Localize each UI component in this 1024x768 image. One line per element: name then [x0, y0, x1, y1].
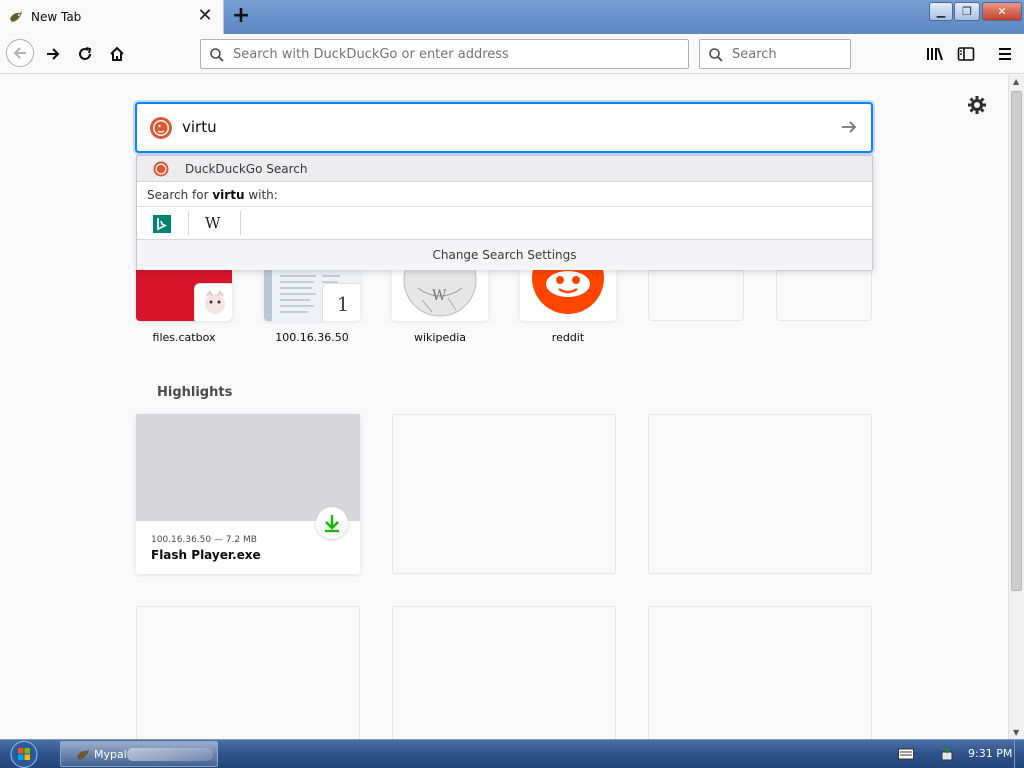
top-site-label[interactable]: reddit	[504, 331, 632, 344]
sidebar-button[interactable]	[953, 41, 979, 67]
search-suggestions-dropdown: DuckDuckGo Search Search for virtu with:…	[136, 155, 873, 270]
clock[interactable]: 9:31 PM	[968, 747, 1012, 760]
sidebar-icon	[957, 47, 975, 61]
taskbar-app-label: Mypal	[94, 748, 127, 761]
search-bar[interactable]: Search	[699, 39, 851, 69]
empty-highlight-slot	[648, 606, 872, 739]
menu-button[interactable]	[992, 41, 1018, 67]
address-bar[interactable]: Search with DuckDuckGo or enter address	[200, 39, 689, 69]
navigation-toolbar: Search with DuckDuckGo or enter address …	[0, 34, 1024, 74]
search-query-text: virtu	[182, 118, 217, 136]
divider	[137, 206, 872, 207]
hamburger-menu-icon	[999, 48, 1011, 60]
blurred-title	[127, 748, 213, 761]
bing-icon[interactable]	[153, 215, 171, 233]
reddit-logo-icon	[532, 270, 604, 314]
library-button[interactable]	[922, 41, 948, 67]
top-site-label[interactable]: files.catbox	[120, 331, 248, 344]
empty-top-site-slot	[776, 270, 872, 321]
highlight-meta: 100.16.36.50 — 7.2 MB	[151, 535, 257, 545]
new-tab-button[interactable]: +	[229, 4, 253, 28]
empty-top-site-slot	[648, 270, 744, 321]
search-icon	[210, 48, 224, 62]
search-for-suffix: with:	[244, 188, 278, 202]
page-search-input[interactable]: virtu	[135, 102, 873, 153]
reload-button[interactable]	[72, 41, 98, 67]
empty-highlight-slot	[392, 414, 616, 574]
wikipedia-globe-icon: W	[403, 270, 477, 317]
download-icon	[316, 507, 348, 539]
top-site-tile[interactable]	[136, 270, 232, 321]
home-button[interactable]	[104, 41, 130, 67]
title-bar: New Tab ✕ + ▁ ❐ ✕	[0, 0, 1024, 34]
divider	[240, 211, 241, 235]
forward-button[interactable]	[40, 41, 66, 67]
empty-highlight-slot	[648, 414, 872, 574]
top-site-tile[interactable]	[520, 270, 616, 321]
show-desktop-button[interactable]	[1014, 740, 1024, 768]
empty-highlight-slot	[136, 606, 360, 739]
divider	[188, 211, 189, 235]
top-site-tile[interactable]: W	[392, 270, 488, 321]
close-tab-icon[interactable]: ✕	[195, 6, 215, 26]
back-button[interactable]	[6, 39, 34, 67]
highlight-card[interactable]: 100.16.36.50 — 7.2 MB Flash Player.exe	[136, 414, 360, 574]
duckduckgo-icon	[153, 161, 169, 177]
top-site-label[interactable]: 100.16.36.50	[248, 331, 376, 344]
engine-suggestion-row[interactable]: DuckDuckGo Search	[137, 156, 872, 182]
scrollbar-thumb[interactable]	[1011, 91, 1022, 591]
keyboard-icon[interactable]	[898, 748, 914, 760]
engine-suggestion-label: DuckDuckGo Search	[185, 162, 308, 176]
highlights-heading: Highlights	[157, 385, 233, 400]
gear-icon[interactable]	[966, 94, 988, 116]
mypal-favicon-icon	[77, 749, 89, 760]
library-icon	[927, 47, 943, 61]
search-for-term: virtu	[212, 188, 245, 202]
search-for-prefix: Search for	[147, 188, 213, 202]
tab-title: New Tab	[31, 10, 82, 24]
windows-taskbar: Mypal 9:31 PM	[0, 739, 1024, 768]
search-bar-placeholder: Search	[732, 47, 777, 62]
mypal-favicon-icon	[10, 11, 22, 22]
highlight-preview	[136, 414, 360, 521]
page-scrollbar[interactable]: ▲ ▼	[1008, 75, 1024, 739]
close-window-button[interactable]: ✕	[982, 2, 1022, 21]
highlight-title: Flash Player.exe	[151, 548, 261, 562]
windows-start-button[interactable]	[8, 740, 40, 768]
new-tab-page: 1 W files.catbox 100.16.36.50 wikipedia …	[0, 75, 1008, 739]
catbox-logo-icon	[194, 283, 232, 321]
svg-text:W: W	[432, 288, 447, 304]
scroll-down-icon[interactable]: ▼	[1013, 728, 1019, 737]
tab-new-tab[interactable]: New Tab ✕	[0, 0, 224, 34]
arrow-right-icon[interactable]	[839, 117, 859, 137]
network-icon[interactable]	[940, 747, 958, 763]
change-search-settings-button[interactable]: Change Search Settings	[137, 240, 872, 270]
arrow-left-icon	[13, 47, 26, 59]
top-site-label[interactable]: wikipedia	[376, 331, 504, 344]
arrow-right-icon	[47, 48, 60, 60]
wikipedia-icon[interactable]: W	[205, 214, 225, 234]
minimize-button[interactable]: ▁	[929, 2, 953, 21]
site-badge: 1	[322, 283, 360, 321]
taskbar-app-mypal[interactable]: Mypal	[60, 741, 218, 767]
reload-icon	[79, 47, 92, 60]
home-icon	[110, 46, 124, 61]
empty-highlight-slot	[392, 606, 616, 739]
address-bar-placeholder: Search with DuckDuckGo or enter address	[233, 47, 509, 62]
top-site-tile[interactable]: 1	[264, 270, 360, 321]
scroll-up-icon[interactable]: ▲	[1013, 77, 1019, 86]
search-icon	[709, 48, 723, 62]
maximize-button[interactable]: ❐	[954, 2, 980, 21]
search-for-label: Search for virtu with:	[147, 188, 278, 202]
duckduckgo-icon	[150, 117, 172, 139]
